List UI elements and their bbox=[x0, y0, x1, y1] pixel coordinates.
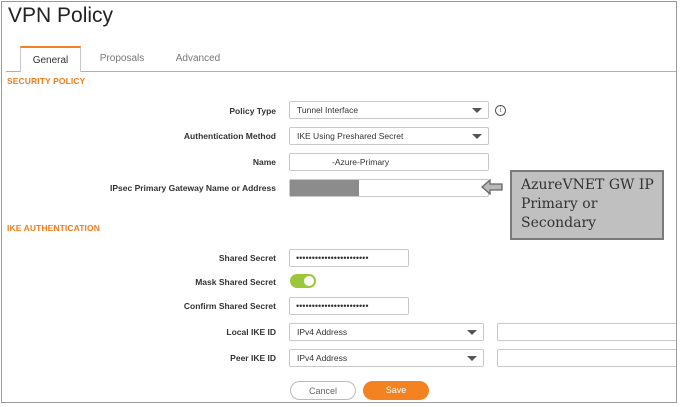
tab-general[interactable]: General bbox=[20, 46, 81, 72]
mask-shared-secret-toggle[interactable] bbox=[290, 274, 316, 288]
vpn-policy-dialog: VPN Policy General Proposals Advanced SE… bbox=[1, 1, 677, 403]
local-ike-id-type-value: IPv4 Address bbox=[297, 327, 348, 337]
confirm-shared-secret-label: Confirm Shared Secret bbox=[183, 301, 276, 311]
peer-ike-id-input[interactable] bbox=[497, 349, 676, 367]
save-button[interactable]: Save bbox=[363, 381, 429, 400]
tab-proposals[interactable]: Proposals bbox=[98, 46, 146, 71]
chevron-down-icon bbox=[467, 330, 477, 335]
auth-method-value: IKE Using Preshared Secret bbox=[297, 131, 404, 141]
local-ike-id-label: Local IKE ID bbox=[226, 327, 276, 337]
shared-secret-input[interactable]: ••••••••••••••••••••••• bbox=[289, 249, 409, 267]
section-ike-authentication: IKE AUTHENTICATION bbox=[7, 223, 100, 233]
annotation-line-2: Primary or bbox=[521, 196, 598, 212]
name-label: Name bbox=[252, 157, 276, 167]
local-ike-id-input[interactable] bbox=[497, 323, 676, 341]
annotation-line-1: AzureVNET GW IP bbox=[521, 177, 654, 193]
peer-ike-id-label: Peer IKE ID bbox=[230, 353, 276, 363]
shared-secret-label: Shared Secret bbox=[218, 253, 276, 263]
annotation-callout: AzureVNET GW IP Primary or Secondary bbox=[510, 170, 664, 240]
chevron-down-icon bbox=[467, 356, 477, 361]
auth-method-label: Authentication Method bbox=[183, 131, 276, 141]
gateway-label: IPsec Primary Gateway Name or Address bbox=[110, 183, 276, 193]
arrow-left-icon bbox=[481, 178, 503, 196]
peer-ike-id-type-select[interactable]: IPv4 Address bbox=[289, 349, 484, 367]
annotation-line-3: Secondary bbox=[521, 215, 597, 231]
name-input[interactable]: -Azure-Primary bbox=[289, 153, 489, 171]
local-ike-id-type-select[interactable]: IPv4 Address bbox=[289, 323, 484, 341]
chevron-down-icon bbox=[472, 134, 482, 139]
confirm-shared-secret-input[interactable]: ••••••••••••••••••••••• bbox=[289, 297, 409, 315]
page-title: VPN Policy bbox=[8, 4, 114, 27]
policy-type-select[interactable]: Tunnel Interface bbox=[289, 101, 489, 119]
section-security-policy: SECURITY POLICY bbox=[7, 76, 86, 86]
cancel-button[interactable]: Cancel bbox=[290, 381, 356, 400]
tab-divider bbox=[6, 71, 676, 72]
policy-type-value: Tunnel Interface bbox=[297, 105, 359, 115]
tab-advanced[interactable]: Advanced bbox=[174, 46, 222, 71]
chevron-down-icon bbox=[472, 108, 482, 113]
mask-shared-secret-label: Mask Shared Secret bbox=[195, 277, 276, 287]
policy-type-label: Policy Type bbox=[229, 106, 276, 116]
info-icon[interactable]: i bbox=[495, 105, 506, 116]
peer-ike-id-type-value: IPv4 Address bbox=[297, 353, 348, 363]
auth-method-select[interactable]: IKE Using Preshared Secret bbox=[289, 127, 489, 145]
toggle-knob bbox=[304, 276, 314, 286]
redacted-gateway-address bbox=[290, 180, 359, 196]
